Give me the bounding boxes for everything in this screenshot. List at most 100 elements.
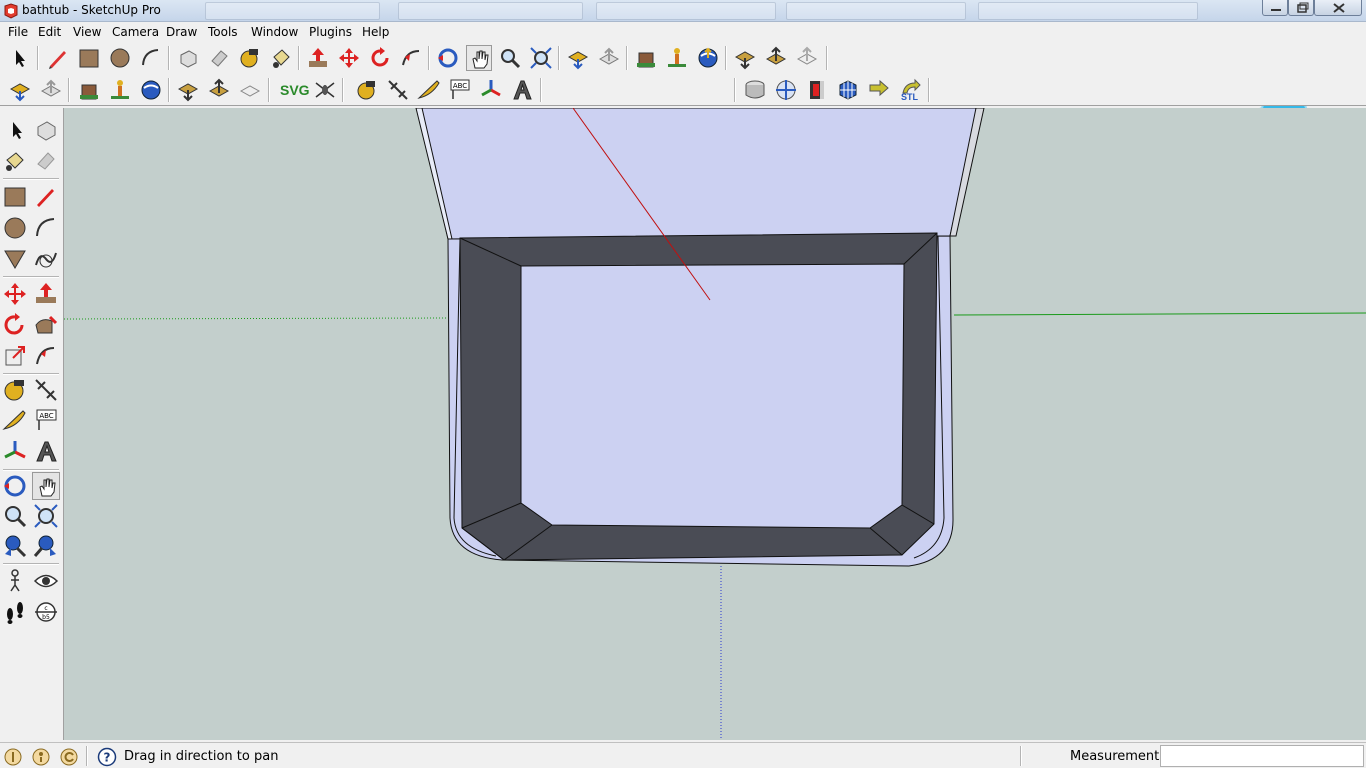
geo-location-button-2[interactable] xyxy=(76,77,102,103)
sign-in-status-icon[interactable] xyxy=(59,747,79,767)
make-component-button[interactable] xyxy=(175,45,201,71)
protractor-tool-left[interactable] xyxy=(1,407,29,435)
look-around-left[interactable] xyxy=(32,567,60,595)
zoom-extents-button[interactable] xyxy=(528,45,554,71)
restore-button[interactable] xyxy=(1288,0,1314,16)
position-camera-left[interactable] xyxy=(1,567,29,595)
offset-tool-left[interactable] xyxy=(32,342,60,370)
axes-tool-button[interactable] xyxy=(478,77,504,103)
menu-view[interactable]: View xyxy=(73,25,101,39)
axes-tool-left[interactable] xyxy=(1,438,29,466)
follow-me-left[interactable] xyxy=(32,311,60,339)
flip-tool-button[interactable] xyxy=(866,77,892,103)
share-model-button-2[interactable] xyxy=(38,77,64,103)
mosquito-plugin-button[interactable] xyxy=(312,77,338,103)
eraser-icon xyxy=(37,152,55,170)
google-earth-button[interactable] xyxy=(695,45,721,71)
get-models-button[interactable] xyxy=(565,45,591,71)
add-location-button-2[interactable] xyxy=(107,77,133,103)
model-viewport[interactable] xyxy=(64,108,1366,740)
dimension-tool-button[interactable] xyxy=(385,77,411,103)
menu-edit[interactable]: Edit xyxy=(38,25,61,39)
make-component-left[interactable] xyxy=(32,116,60,144)
freehand-tool-left[interactable] xyxy=(32,245,60,273)
paint-bucket-left[interactable] xyxy=(1,147,29,175)
display-sections-button[interactable] xyxy=(804,77,830,103)
pan-tool-left[interactable] xyxy=(32,472,60,500)
line-tool-left[interactable] xyxy=(32,183,60,211)
select-tool-left[interactable] xyxy=(3,116,31,144)
bathtub-model-canvas[interactable] xyxy=(64,108,1366,740)
menu-help[interactable]: Help xyxy=(362,25,389,39)
measurements-input[interactable] xyxy=(1160,745,1364,767)
move-tool-left[interactable] xyxy=(1,280,29,308)
eraser-left[interactable] xyxy=(32,147,60,175)
tape-measure-button[interactable] xyxy=(237,45,263,71)
3d-text-left[interactable] xyxy=(32,438,60,466)
zoom-tool-left[interactable] xyxy=(1,502,29,530)
menu-plugins[interactable]: Plugins xyxy=(309,25,352,39)
grid-tool-button[interactable] xyxy=(835,77,861,103)
get-models-button-2[interactable] xyxy=(7,77,33,103)
rectangle-tool-left[interactable] xyxy=(1,183,29,211)
orbit-icon xyxy=(4,475,26,497)
extension-warehouse-button-2[interactable] xyxy=(237,77,263,103)
next-view-left[interactable] xyxy=(32,532,60,560)
arc-tool-button[interactable] xyxy=(138,45,164,71)
help-icon[interactable]: ? xyxy=(97,747,117,767)
menu-window[interactable]: Window xyxy=(251,25,298,39)
rotate-tool-button[interactable] xyxy=(367,45,393,71)
rotate-tool-left[interactable] xyxy=(1,311,29,339)
circle-tool-left[interactable] xyxy=(1,214,29,242)
orbit-tool-button[interactable] xyxy=(435,45,461,71)
add-location-button[interactable] xyxy=(664,45,690,71)
geo-location-button[interactable] xyxy=(633,45,659,71)
credits-status-icon[interactable] xyxy=(31,747,51,767)
zoom-extents-left[interactable] xyxy=(32,502,60,530)
component-upload-button-2[interactable] xyxy=(206,77,232,103)
menu-camera[interactable]: Camera xyxy=(112,25,159,39)
text-tool-left[interactable]: ABC xyxy=(32,407,60,435)
previous-view-left[interactable] xyxy=(1,532,29,560)
scale-tool-left[interactable] xyxy=(1,342,29,370)
pan-tool-button[interactable] xyxy=(466,45,492,71)
component-download-button-2[interactable] xyxy=(175,77,201,103)
close-button[interactable] xyxy=(1314,0,1362,16)
tape-measure-left[interactable] xyxy=(1,376,29,404)
dimension-tool-left[interactable] xyxy=(32,376,60,404)
line-tool-button[interactable] xyxy=(45,45,71,71)
polygon-tool-left[interactable] xyxy=(1,245,29,273)
arc-tool-left[interactable] xyxy=(32,214,60,242)
paint-bucket-button[interactable] xyxy=(268,45,294,71)
component-download-button[interactable] xyxy=(732,45,758,71)
walk-tool-left[interactable] xyxy=(1,598,29,626)
menu-file[interactable]: File xyxy=(8,25,28,39)
extension-warehouse-button[interactable] xyxy=(794,45,820,71)
3d-text-tool-button[interactable] xyxy=(509,77,535,103)
orbit-tool-left[interactable] xyxy=(1,472,29,500)
push-pull-left[interactable] xyxy=(32,280,60,308)
follow-me-button[interactable] xyxy=(398,45,424,71)
rectangle-tool-button[interactable] xyxy=(76,45,102,71)
section-cut-button[interactable] xyxy=(773,77,799,103)
protractor-tool-button[interactable] xyxy=(416,77,442,103)
section-plane-left[interactable]: c b5 xyxy=(32,598,60,626)
menu-tools[interactable]: Tools xyxy=(208,25,238,39)
select-tool-button[interactable] xyxy=(7,45,33,71)
circle-tool-button[interactable] xyxy=(107,45,133,71)
eraser-tool-button[interactable] xyxy=(206,45,232,71)
component-upload-button[interactable] xyxy=(763,45,789,71)
svg-export-button[interactable]: SVG xyxy=(278,77,310,103)
zoom-tool-button[interactable] xyxy=(497,45,523,71)
google-earth-button-2[interactable] xyxy=(138,77,164,103)
minimize-button[interactable] xyxy=(1262,0,1288,16)
move-tool-button[interactable] xyxy=(336,45,362,71)
geo-location-status-icon[interactable] xyxy=(3,747,23,767)
section-plane-button[interactable] xyxy=(742,77,768,103)
push-pull-button[interactable] xyxy=(305,45,331,71)
text-tool-button[interactable]: ABC xyxy=(447,77,473,103)
share-model-button[interactable] xyxy=(596,45,622,71)
menu-draw[interactable]: Draw xyxy=(166,25,197,39)
tape-measure-button-2[interactable] xyxy=(354,77,380,103)
stl-export-button[interactable]: STL xyxy=(897,77,923,103)
